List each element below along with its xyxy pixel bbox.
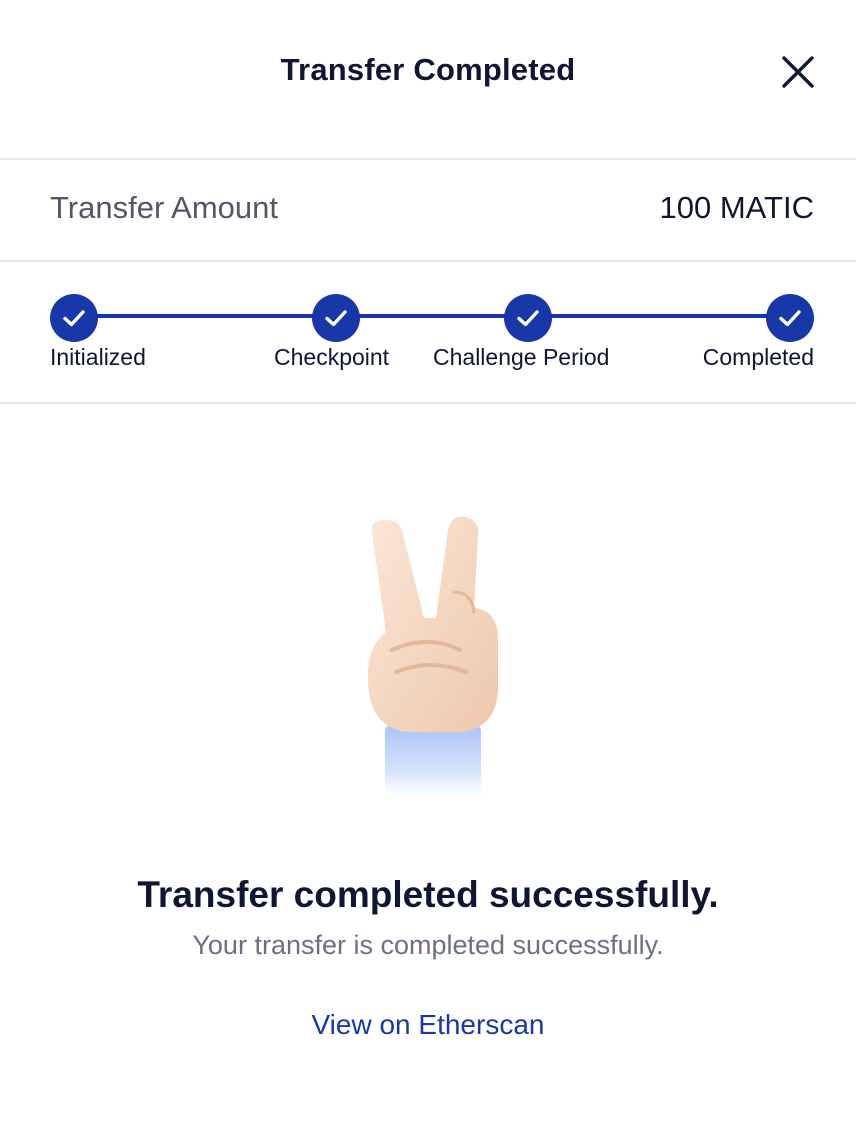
step-label-initialized: Initialized xyxy=(50,344,146,370)
check-icon xyxy=(517,310,539,327)
success-headline: Transfer completed successfully. xyxy=(137,874,719,915)
check-icon xyxy=(63,310,85,327)
check-icon xyxy=(325,310,347,327)
amount-divider xyxy=(0,260,856,262)
step-completed-check xyxy=(766,294,814,342)
step-challenge-period-check xyxy=(504,294,552,342)
transfer-amount-value: 100 MATIC xyxy=(659,190,814,225)
close-button[interactable] xyxy=(778,52,818,92)
step-initialized-check xyxy=(50,294,98,342)
modal-title: Transfer Completed xyxy=(280,52,576,87)
step-label-checkpoint: Checkpoint xyxy=(274,344,390,370)
stepper-divider xyxy=(0,402,856,404)
success-message: Your transfer is completed successfully. xyxy=(192,930,664,960)
step-label-challenge-period: Challenge Period xyxy=(433,344,610,370)
step-label-completed: Completed xyxy=(702,344,814,370)
modal-header: Transfer Completed xyxy=(0,0,856,158)
peace-hand-icon xyxy=(340,500,530,810)
check-icon xyxy=(779,310,801,327)
step-checkpoint-check xyxy=(312,294,360,342)
view-on-etherscan-link[interactable]: View on Etherscan xyxy=(0,1009,856,1041)
close-icon xyxy=(782,56,814,88)
stepper-line xyxy=(74,314,790,318)
transfer-amount-label: Transfer Amount xyxy=(50,190,279,225)
